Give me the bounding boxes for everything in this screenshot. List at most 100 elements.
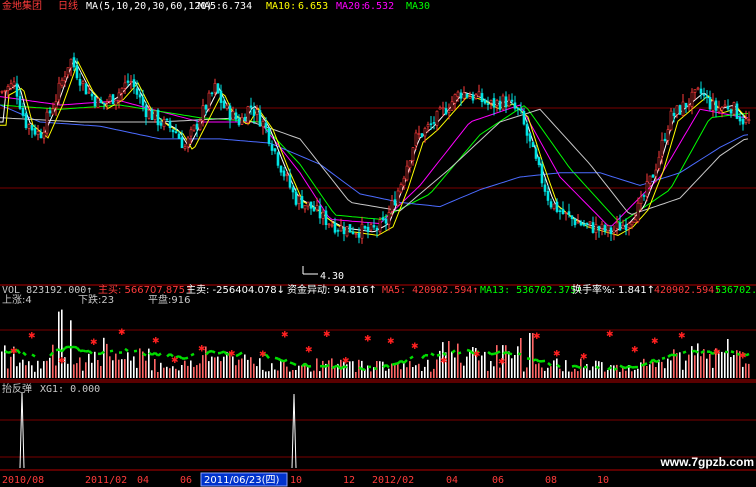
candle-body: [63, 76, 67, 82]
volume-bar: [265, 371, 267, 378]
volume-bar: [670, 360, 672, 378]
volume-bar: [544, 370, 546, 378]
candle-body: [621, 225, 625, 229]
candle-body: [642, 195, 646, 197]
candle-body: [183, 146, 187, 150]
candle-body: [138, 94, 142, 98]
volume-marker: ✱: [28, 331, 36, 341]
stock-name[interactable]: 金地集团: [2, 0, 42, 12]
candle-body: [237, 118, 241, 126]
candle-body: [297, 195, 301, 204]
volume-bar: [460, 362, 462, 378]
volume-bar: [283, 360, 285, 378]
candle-body: [219, 90, 223, 103]
candle-body: [372, 225, 376, 228]
volume-bar: [712, 367, 714, 378]
candle-body: [156, 109, 160, 126]
candle-body: [714, 100, 718, 111]
volume-marker: ✱: [533, 332, 541, 342]
volume-bar: [406, 367, 408, 378]
ma-item-1-value: 6.653: [298, 1, 328, 12]
volume-bar: [268, 371, 270, 378]
volume-bar: [697, 343, 699, 378]
volume-bar: [415, 365, 417, 378]
volume-bar: [217, 356, 219, 378]
candle-body: [519, 108, 523, 111]
volume-bar: [553, 360, 555, 378]
volume-ma-segment: [292, 362, 297, 367]
volume-bar: [562, 371, 564, 378]
volume-marker: ✱: [580, 352, 588, 362]
volume-bar: [94, 351, 96, 378]
candle-body: [588, 221, 592, 224]
volume-bar: [22, 359, 24, 378]
indicator-line: XG1: 0.000: [40, 384, 100, 395]
period-label[interactable]: 日线: [58, 0, 78, 12]
candle-body: [126, 80, 130, 83]
candle-body: [612, 229, 616, 233]
candle-body: [360, 223, 364, 239]
candle-body: [120, 87, 124, 94]
volume-bar: [28, 361, 30, 378]
volume-ma-segment: [157, 352, 162, 357]
candle-body: [54, 101, 58, 109]
candle-body: [147, 110, 151, 119]
volume-bar: [298, 365, 300, 378]
candle-body: [108, 95, 112, 102]
candle-body: [246, 106, 250, 123]
volume-bar: [481, 355, 483, 378]
candle-body: [78, 79, 82, 86]
volume-bar: [241, 358, 243, 378]
volume-bar: [160, 362, 162, 378]
candle-body: [216, 83, 220, 94]
volume-bar: [601, 362, 603, 378]
candle-body: [189, 129, 193, 137]
volume-bar: [166, 366, 168, 378]
candle-body: [69, 58, 73, 69]
volume-ma-segment: [190, 352, 195, 357]
candle-body: [525, 124, 529, 136]
volume-ma-segment: [307, 364, 312, 368]
volume-bar: [244, 354, 246, 378]
volume-bar: [403, 363, 405, 378]
volume-bar: [370, 371, 372, 378]
volume-bar: [172, 366, 174, 378]
candle-body: [609, 227, 613, 235]
volume-ma-segment: [595, 365, 600, 370]
volume-bar: [421, 371, 423, 378]
volume-bar: [55, 365, 57, 378]
volume-bar: [352, 361, 354, 378]
candle-body: [72, 57, 76, 68]
volume-bar: [457, 343, 459, 378]
volume-bar: [520, 338, 522, 378]
volume-bar: [328, 360, 330, 378]
candle-body: [552, 203, 556, 209]
volume-marker: ✱: [305, 345, 313, 355]
candle-body: [240, 117, 244, 125]
indicator-name[interactable]: 抬反弹: [2, 382, 32, 395]
candle-body: [654, 169, 658, 177]
volume-bar: [295, 370, 297, 378]
volume-bar: [4, 345, 6, 378]
volume-bar: [625, 370, 627, 378]
volume-ma-segment: [730, 350, 735, 354]
candle-body: [168, 120, 172, 129]
volume-ma-segment: [682, 350, 687, 354]
volume-bar: [280, 360, 282, 378]
candle-body: [456, 91, 460, 97]
candle-body: [81, 81, 85, 85]
volume-bar: [490, 361, 492, 378]
candle-body: [411, 147, 415, 162]
candle-body: [3, 90, 7, 92]
volume-bar: [154, 359, 156, 378]
volume-bar: [109, 356, 111, 378]
volume-bar: [301, 365, 303, 378]
candle-body: [162, 119, 166, 128]
candle-body: [477, 91, 481, 97]
candle-body: [660, 139, 664, 157]
volume-ma-segment: [289, 361, 294, 365]
volume-bar: [214, 357, 216, 378]
volume-bar: [97, 360, 99, 378]
volume-bar: [448, 341, 450, 378]
volume-bar: [193, 366, 195, 378]
